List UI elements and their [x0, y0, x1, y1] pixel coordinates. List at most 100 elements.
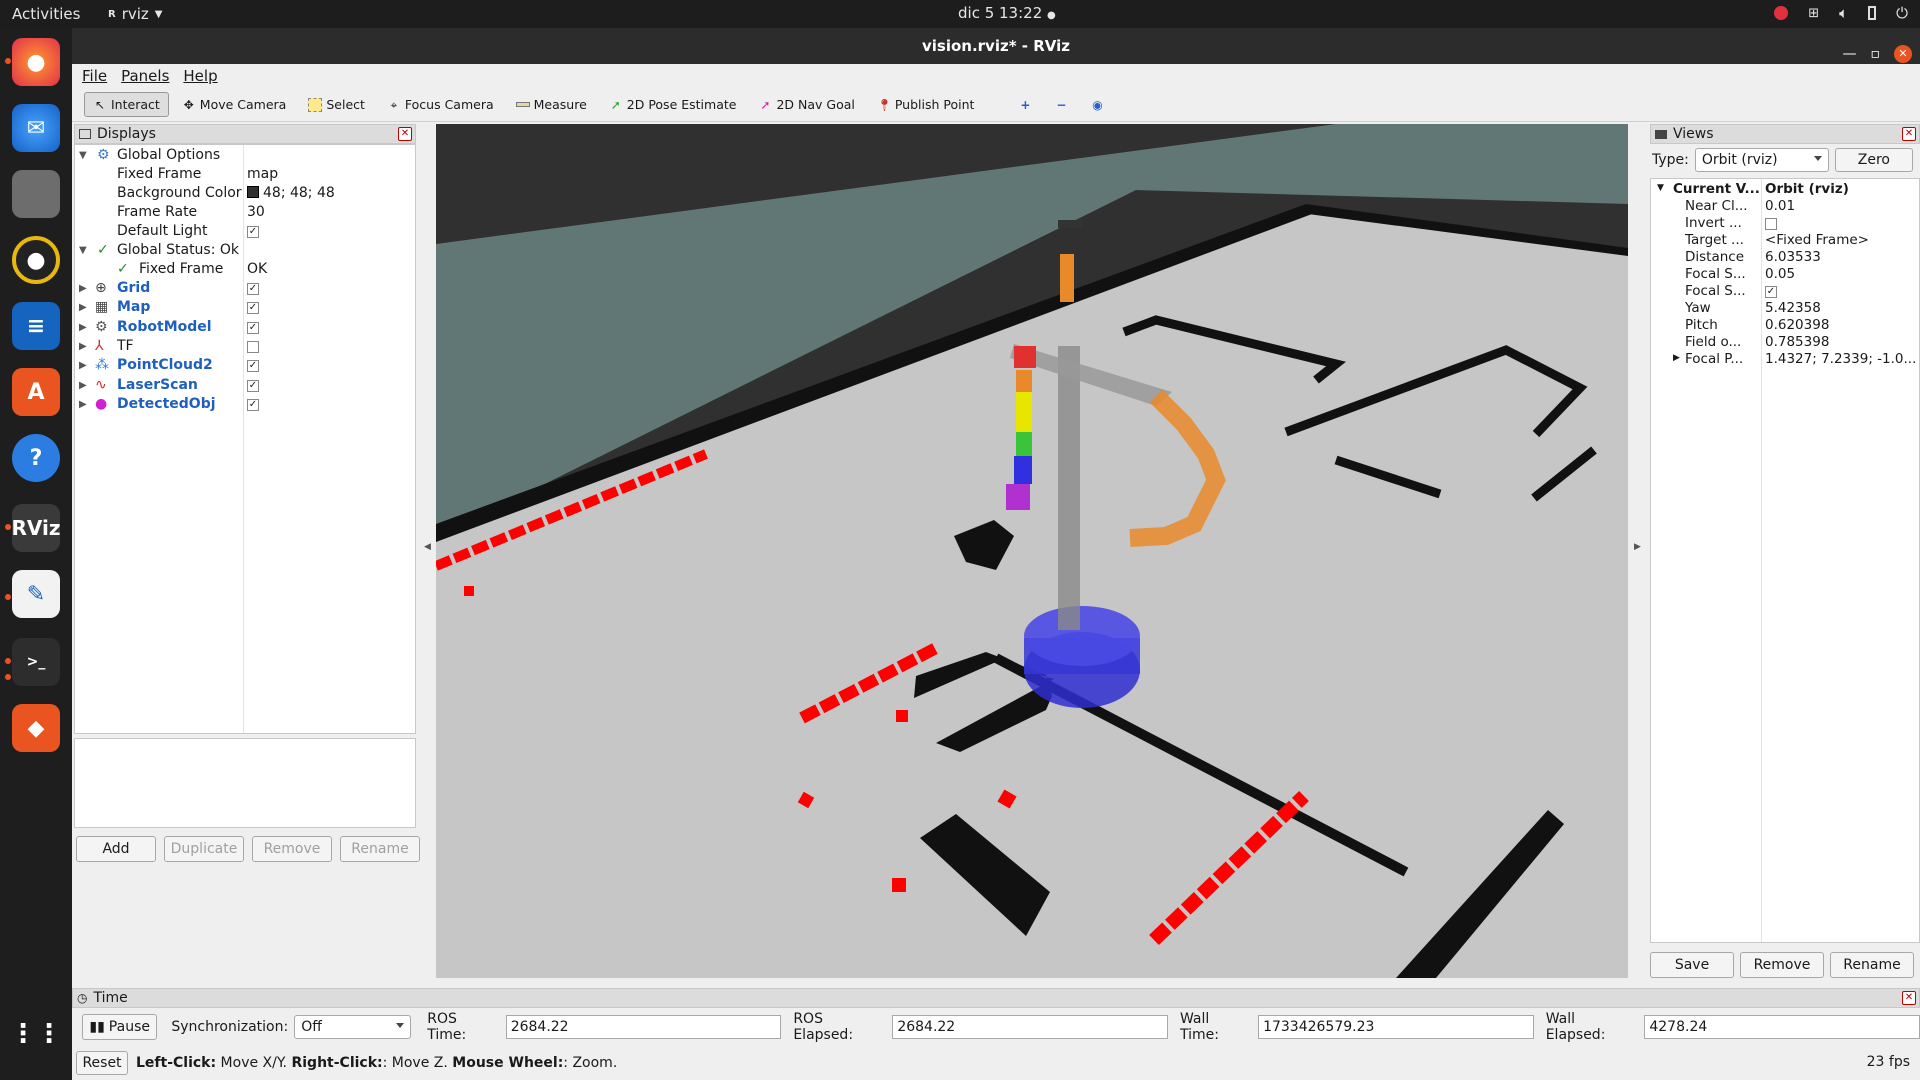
- expanded-arrow-icon[interactable]: ▼: [79, 150, 87, 161]
- view-prop-row[interactable]: Focal S... ✓: [1651, 283, 1919, 300]
- tree-row-global-status[interactable]: ▼ ✓ Global Status: Ok: [75, 242, 415, 261]
- add-tool-button[interactable]: +: [1009, 93, 1041, 117]
- layers-icon[interactable]: ◆: [12, 704, 60, 752]
- files-icon[interactable]: [12, 170, 60, 218]
- zero-button[interactable]: Zero: [1834, 148, 1913, 172]
- menu-help[interactable]: Help: [183, 67, 217, 85]
- view-prop-value[interactable]: 1.4327; 7.2339; -1.0...: [1765, 351, 1916, 367]
- move-camera-tool[interactable]: ✥ Move Camera: [173, 92, 296, 117]
- view-prop-value[interactable]: 0.05: [1765, 266, 1795, 282]
- view-prop-row[interactable]: Pitch 0.620398: [1651, 317, 1919, 334]
- help-icon[interactable]: ?: [12, 434, 60, 482]
- tree-row-global-options[interactable]: ▼ ⚙ Global Options: [75, 147, 415, 166]
- tree-row-background-color[interactable]: Background Color 48; 48; 48: [75, 185, 415, 204]
- remove-button[interactable]: Remove: [252, 836, 332, 862]
- display-checkbox-detectedobj[interactable]: ✓: [247, 398, 259, 411]
- rhythmbox-icon[interactable]: ●: [12, 236, 60, 284]
- ros-elapsed-field[interactable]: 2684.22: [892, 1015, 1168, 1039]
- close-panel-icon[interactable]: ✕: [1902, 127, 1916, 141]
- collapsed-arrow-icon[interactable]: ▶: [1673, 353, 1680, 363]
- view-prop-row[interactable]: Field o... 0.785398: [1651, 334, 1919, 351]
- tree-row-default-light[interactable]: Default Light ✓: [75, 223, 415, 242]
- view-prop-value[interactable]: 6.03533: [1765, 249, 1821, 265]
- firefox-icon[interactable]: ●: [12, 38, 60, 86]
- invert-checkbox[interactable]: [1765, 218, 1777, 230]
- view-prop-row[interactable]: Near Cl... 0.01: [1651, 198, 1919, 215]
- clock[interactable]: dic 5 13:22 ●: [958, 4, 1056, 22]
- frame-rate-value[interactable]: 30: [247, 204, 265, 220]
- fixed-frame-value[interactable]: map: [247, 166, 278, 182]
- remove-view-button[interactable]: Remove: [1740, 952, 1824, 978]
- focus-camera-tool[interactable]: ⌖ Focus Camera: [378, 92, 503, 117]
- view-prop-value[interactable]: 0.01: [1765, 198, 1795, 214]
- tree-row-detectedobj[interactable]: ▶ ● DetectedObj ✓: [75, 396, 415, 415]
- tree-row-laserscan[interactable]: ▶ ∿ LaserScan ✓: [75, 377, 415, 396]
- ros-time-field[interactable]: 2684.22: [505, 1015, 782, 1039]
- tree-row-pointcloud2[interactable]: ▶ ⁂ PointCloud2 ✓: [75, 357, 415, 376]
- right-splitter-arrow-icon[interactable]: ▶: [1634, 542, 1641, 552]
- save-view-button[interactable]: Save: [1650, 952, 1734, 978]
- tree-row-map[interactable]: ▶ ▦ Map ✓: [75, 299, 415, 318]
- display-checkbox-laserscan[interactable]: ✓: [247, 379, 259, 392]
- tree-row-robotmodel[interactable]: ▶ ⚙ RobotModel ✓: [75, 319, 415, 338]
- 3d-render-viewport[interactable]: [436, 124, 1628, 978]
- writer-icon[interactable]: ≡: [12, 302, 60, 350]
- expanded-arrow-icon[interactable]: ▼: [79, 245, 87, 256]
- add-button[interactable]: Add: [76, 836, 156, 862]
- view-prop-row[interactable]: Focal S... 0.05: [1651, 266, 1919, 283]
- rename-view-button[interactable]: Rename: [1830, 952, 1914, 978]
- display-checkbox-map[interactable]: ✓: [247, 302, 259, 315]
- publish-point-tool[interactable]: 📍︎ Publish Point: [868, 92, 984, 117]
- view-prop-row[interactable]: Distance 6.03533: [1651, 249, 1919, 266]
- thunderbird-icon[interactable]: ✉: [12, 104, 60, 152]
- wall-time-field[interactable]: 1733426579.23: [1258, 1015, 1534, 1039]
- interact-tool[interactable]: ↖ Interact: [84, 92, 169, 117]
- nav-goal-tool[interactable]: ➚ 2D Nav Goal: [749, 92, 863, 117]
- collapsed-arrow-icon[interactable]: ▶: [79, 399, 87, 410]
- collapsed-arrow-icon[interactable]: ▶: [79, 322, 87, 333]
- expanded-arrow-icon[interactable]: ▼: [1657, 183, 1664, 193]
- left-splitter-arrow-icon[interactable]: ◀: [424, 542, 431, 552]
- terminal-icon[interactable]: >_: [12, 638, 60, 686]
- view-properties-tree[interactable]: ▼ Current V... Orbit (rviz) Near Cl... 0.01…: [1650, 178, 1920, 943]
- display-checkbox-tf[interactable]: [247, 340, 259, 353]
- app-grid-icon[interactable]: ⋮⋮: [10, 1010, 62, 1058]
- current-view-row[interactable]: ▼ Current V... Orbit (rviz): [1651, 181, 1919, 198]
- select-tool[interactable]: Select: [299, 92, 374, 117]
- collapsed-arrow-icon[interactable]: ▶: [79, 302, 87, 313]
- background-color-value[interactable]: 48; 48; 48: [247, 185, 335, 201]
- reset-button[interactable]: Reset: [76, 1051, 128, 1075]
- rviz-icon[interactable]: RViz: [11, 504, 61, 552]
- collapsed-arrow-icon[interactable]: ▶: [79, 380, 87, 391]
- maximize-icon[interactable]: ▫: [1871, 36, 1881, 72]
- close-panel-icon[interactable]: ✕: [1902, 991, 1916, 1005]
- tree-row-grid[interactable]: ▶ ⊕ Grid ✓: [75, 280, 415, 299]
- view-prop-value[interactable]: <Fixed Frame>: [1765, 232, 1869, 248]
- view-prop-value[interactable]: 5.42358: [1765, 300, 1821, 316]
- wall-elapsed-field[interactable]: 4278.24: [1644, 1015, 1920, 1039]
- tree-row-frame-rate[interactable]: Frame Rate 30: [75, 204, 415, 223]
- pause-button[interactable]: ▮▮ Pause: [82, 1014, 158, 1040]
- display-checkbox-robotmodel[interactable]: ✓: [247, 321, 259, 334]
- displays-tree[interactable]: ▼ ⚙ Global Options Fixed Frame map Backgrou…: [74, 144, 416, 734]
- view-prop-row[interactable]: ▶ Focal P... 1.4327; 7.2339; -1.0...: [1651, 351, 1919, 368]
- view-prop-value[interactable]: 0.620398: [1765, 317, 1829, 333]
- tree-row-status-fixed-frame[interactable]: ✓ Fixed Frame OK: [75, 261, 415, 280]
- duplicate-button[interactable]: Duplicate: [164, 836, 244, 862]
- menu-file[interactable]: File: [82, 67, 107, 85]
- tool-properties-button[interactable]: ◉: [1081, 93, 1113, 117]
- collapsed-arrow-icon[interactable]: ▶: [79, 341, 87, 352]
- sync-select[interactable]: Off: [294, 1015, 412, 1039]
- view-prop-value[interactable]: 0.785398: [1765, 334, 1829, 350]
- collapsed-arrow-icon[interactable]: ▶: [79, 283, 87, 294]
- text-editor-icon[interactable]: ✎: [12, 570, 60, 618]
- menu-panels[interactable]: Panels: [121, 67, 169, 85]
- activities-button[interactable]: Activities: [12, 5, 80, 23]
- default-light-checkbox[interactable]: ✓: [247, 226, 259, 238]
- view-prop-row[interactable]: Yaw 5.42358: [1651, 300, 1919, 317]
- system-tray[interactable]: ⊞ 🔈︎ ⏻: [1774, 4, 1908, 22]
- display-checkbox-grid[interactable]: ✓: [247, 283, 259, 295]
- pose-estimate-tool[interactable]: ➚ 2D Pose Estimate: [600, 92, 746, 117]
- rename-button[interactable]: Rename: [340, 836, 420, 862]
- remove-tool-button[interactable]: −: [1045, 93, 1077, 117]
